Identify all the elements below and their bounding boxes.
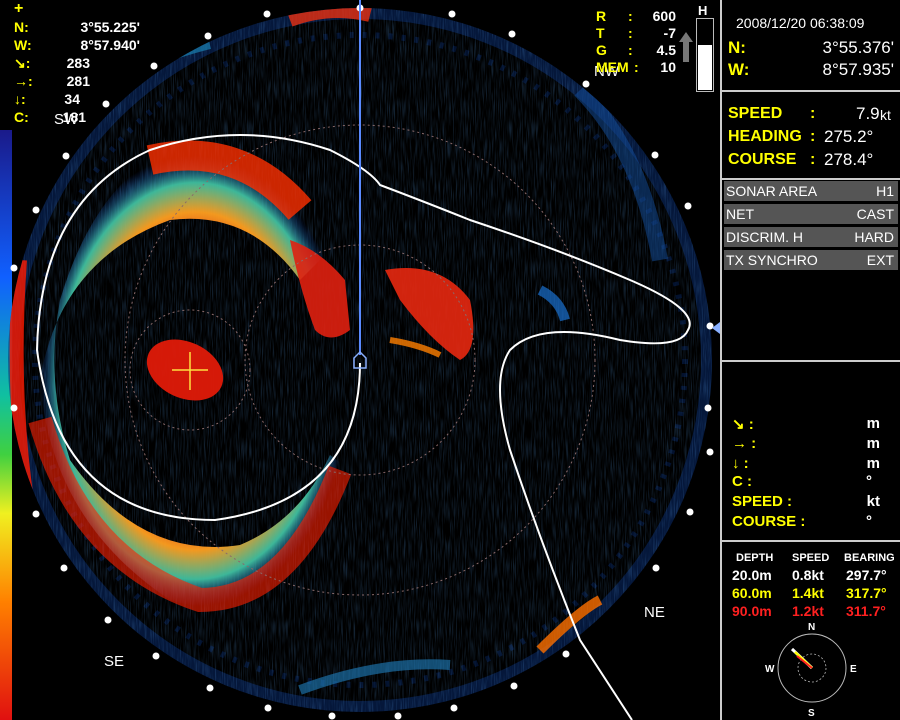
target-horizontal-unit: m	[866, 435, 880, 452]
setting-label: NET	[726, 206, 754, 222]
cursor-range: 283	[66, 55, 90, 71]
cursor-lat: 3°55.225'	[80, 19, 140, 35]
heading-colon: :	[810, 128, 816, 145]
color-scale-bar	[0, 130, 12, 720]
speed-value: 7.9	[856, 104, 880, 123]
setting-tx-synchro[interactable]: TX SYNCHRO EXT	[724, 250, 898, 270]
up-arrow-icon	[679, 32, 693, 62]
tilt-value: -7	[663, 25, 676, 41]
current-header-depth: DEPTH	[736, 552, 774, 564]
compass-e: E	[850, 664, 857, 675]
setting-value: H1	[876, 183, 894, 199]
target-horizontal-key: → :	[732, 435, 757, 452]
current-bearing: 297.7°	[846, 567, 887, 583]
info-panel: 2008/12/20 06:38:09 N: 3°55.376' W: 8°57…	[720, 0, 900, 720]
setting-label: TX SYNCHRO	[726, 252, 818, 268]
gain-bar-label: H	[698, 3, 708, 18]
speed-unit: kt	[880, 107, 891, 123]
current-speed: 0.8kt	[792, 567, 824, 583]
current-header-speed: SPEED	[792, 552, 830, 564]
target-course-key: C :	[732, 473, 752, 490]
mem-key: MEM	[596, 59, 629, 75]
target-range-unit: m	[866, 415, 880, 432]
sonar-display[interactable]: SW NW NE SE	[0, 0, 720, 720]
heading-key: HEADING	[728, 128, 802, 145]
range-key: R	[596, 8, 607, 24]
own-lon-key: W:	[728, 60, 750, 79]
edge-marker-icon	[712, 322, 720, 334]
speed-key: SPEED	[728, 105, 783, 122]
target-depth-unit: m	[866, 455, 880, 472]
range-value: 600	[652, 8, 676, 24]
target-course-unit: °	[866, 473, 872, 490]
gain-value: 4.5	[656, 42, 676, 58]
target-cog-key: COURSE :	[732, 513, 806, 530]
current-depth: 20.0m	[732, 567, 772, 583]
sonar-settings-readout: R:600 T: -7 G:4.5 MEM:10	[596, 8, 676, 75]
setting-value: HARD	[854, 229, 894, 245]
setting-discrim[interactable]: DISCRIM. H HARD	[724, 227, 898, 247]
target-speed-key: SPEED :	[732, 493, 793, 510]
course-colon: :	[810, 151, 816, 168]
gain-key: G	[596, 42, 607, 58]
cursor-course: 181	[62, 109, 86, 125]
target-depth-key: ↓ :	[732, 455, 749, 472]
speed-colon: :	[810, 105, 816, 122]
tilt-key: T	[596, 25, 605, 41]
setting-value: CAST	[856, 206, 894, 222]
target-cog-unit: °	[866, 513, 872, 530]
cursor-horizontal: 281	[66, 73, 90, 89]
own-lat-key: N:	[728, 38, 746, 57]
cursor-lon: 8°57.940'	[80, 37, 140, 53]
mem-value: 10	[660, 59, 676, 75]
current-speed: 1.4kt	[792, 585, 824, 601]
setting-sonar-area[interactable]: SONAR AREA H1	[724, 181, 898, 201]
target-speed-unit: kt	[866, 493, 880, 510]
datetime: 2008/12/20 06:38:09	[736, 15, 865, 31]
current-header-bearing: BEARING	[844, 552, 895, 564]
setting-label: SONAR AREA	[726, 183, 818, 199]
compass-n: N	[808, 622, 815, 633]
direction-label-se: SE	[104, 653, 124, 670]
setting-label: DISCRIM. H	[726, 229, 803, 245]
current-depth: 90.0m	[732, 603, 772, 619]
gain-bar-fill	[698, 45, 712, 90]
heading-value: 275.2°	[824, 127, 874, 146]
compass-w: W	[765, 664, 775, 675]
current-compass: N S E W	[765, 622, 857, 718]
course-value: 278.4°	[824, 150, 874, 169]
setting-value: EXT	[866, 252, 894, 268]
course-key: COURSE	[728, 151, 797, 168]
gain-bar[interactable]	[696, 18, 714, 92]
current-depth: 60.0m	[732, 585, 772, 601]
current-bearing: 311.7°	[846, 603, 886, 619]
own-lon: 8°57.935'	[822, 60, 895, 79]
cursor-depth: 34	[64, 91, 80, 107]
direction-label-ne: NE	[644, 604, 665, 621]
own-lat: 3°55.376'	[822, 38, 895, 57]
current-speed: 1.2kt	[792, 603, 824, 619]
plus-icon: +	[14, 0, 24, 17]
setting-net[interactable]: NET CAST	[724, 204, 898, 224]
target-range-key: ↘ :	[732, 416, 754, 433]
compass-s: S	[808, 708, 815, 718]
current-bearing: 317.7°	[846, 585, 887, 601]
